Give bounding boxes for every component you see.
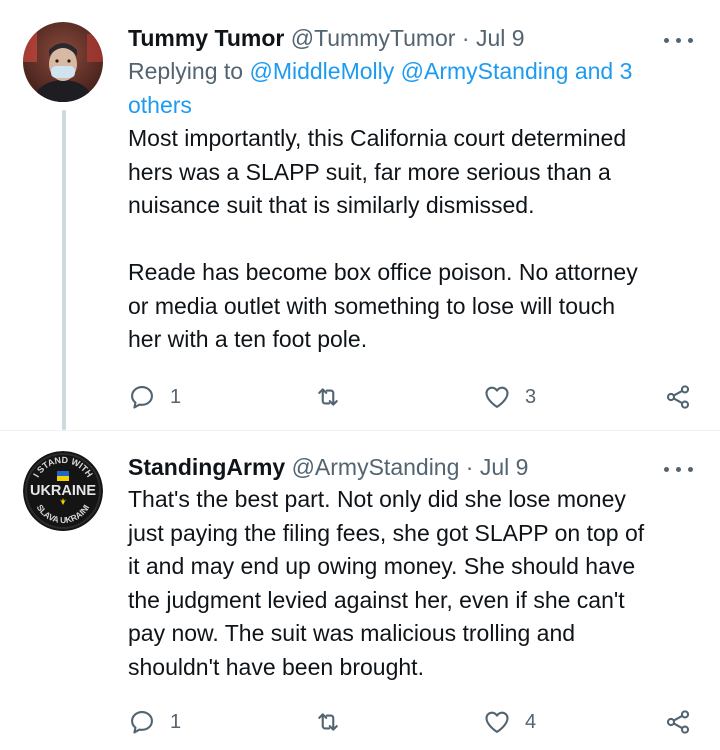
share-icon: [666, 385, 690, 409]
more-options-icon[interactable]: [664, 459, 694, 479]
ukraine-badge-avatar-icon: I STAND WITH UKRAINE SLAVA UKRAINI: [23, 451, 103, 531]
avatar[interactable]: [23, 22, 103, 102]
heart-icon: [485, 711, 509, 733]
display-name[interactable]: Tummy Tumor: [128, 25, 284, 51]
tweet[interactable]: I STAND WITH UKRAINE SLAVA UKRAINI Stand…: [0, 430, 720, 750]
retweet-icon: [318, 388, 338, 406]
like-button[interactable]: 4: [483, 702, 536, 742]
avatar[interactable]: I STAND WITH UKRAINE SLAVA UKRAINI: [23, 451, 103, 531]
heart-icon: [485, 386, 509, 408]
tweet-header: StandingArmy @ArmyStanding · Jul 9: [128, 451, 694, 483]
replying-to: Replying to @MiddleMolly @ArmyStanding a…: [128, 54, 694, 122]
like-button[interactable]: 3: [483, 377, 536, 417]
reply-count: 1: [170, 710, 182, 733]
retweet-icon: [318, 713, 338, 731]
reply-count: 1: [170, 385, 182, 408]
reply-mentions-others[interactable]: others: [128, 92, 192, 118]
tweet-text: Most importantly, this California court …: [128, 125, 638, 352]
like-count: 4: [525, 710, 537, 733]
tweet-content: Tummy Tumor @TummyTumor · Jul 9 Replying…: [128, 22, 694, 357]
replying-to-label: Replying to: [128, 58, 244, 84]
share-icon: [666, 710, 690, 734]
retweet-button[interactable]: [314, 702, 356, 742]
tweet-content: StandingArmy @ArmyStanding · Jul 9 That'…: [128, 451, 694, 684]
tweet-header: Tummy Tumor @TummyTumor · Jul 9: [128, 22, 694, 54]
thread-spacer: [62, 431, 66, 451]
tweet[interactable]: Tummy Tumor @TummyTumor · Jul 9 Replying…: [0, 0, 720, 430]
user-handle[interactable]: @ArmyStanding: [292, 454, 460, 480]
thread-line: [62, 110, 66, 430]
reply-mentions[interactable]: @MiddleMolly @ArmyStanding and 3: [249, 58, 632, 84]
tweet-date[interactable]: Jul 9: [476, 25, 525, 51]
reply-button[interactable]: 1: [128, 702, 181, 742]
tweet-date[interactable]: Jul 9: [480, 454, 529, 480]
separator: ·: [465, 454, 474, 480]
tweet-actions: 1 4: [128, 702, 700, 742]
more-options-icon[interactable]: [664, 30, 694, 50]
reply-button[interactable]: 1: [128, 377, 181, 417]
tweet-text: That's the best part. Not only did she l…: [128, 486, 645, 680]
tweet-actions: 1 3: [128, 377, 700, 417]
share-button[interactable]: [664, 702, 692, 742]
like-count: 3: [525, 385, 537, 408]
retweet-button[interactable]: [314, 377, 356, 417]
reply-icon: [131, 711, 153, 734]
separator: ·: [461, 25, 470, 51]
display-name[interactable]: StandingArmy: [128, 454, 285, 480]
share-button[interactable]: [664, 377, 692, 417]
user-handle[interactable]: @TummyTumor: [291, 25, 456, 51]
person-photo-avatar-icon: [23, 22, 103, 102]
svg-text:UKRAINE: UKRAINE: [30, 483, 96, 499]
reply-icon: [131, 386, 153, 409]
